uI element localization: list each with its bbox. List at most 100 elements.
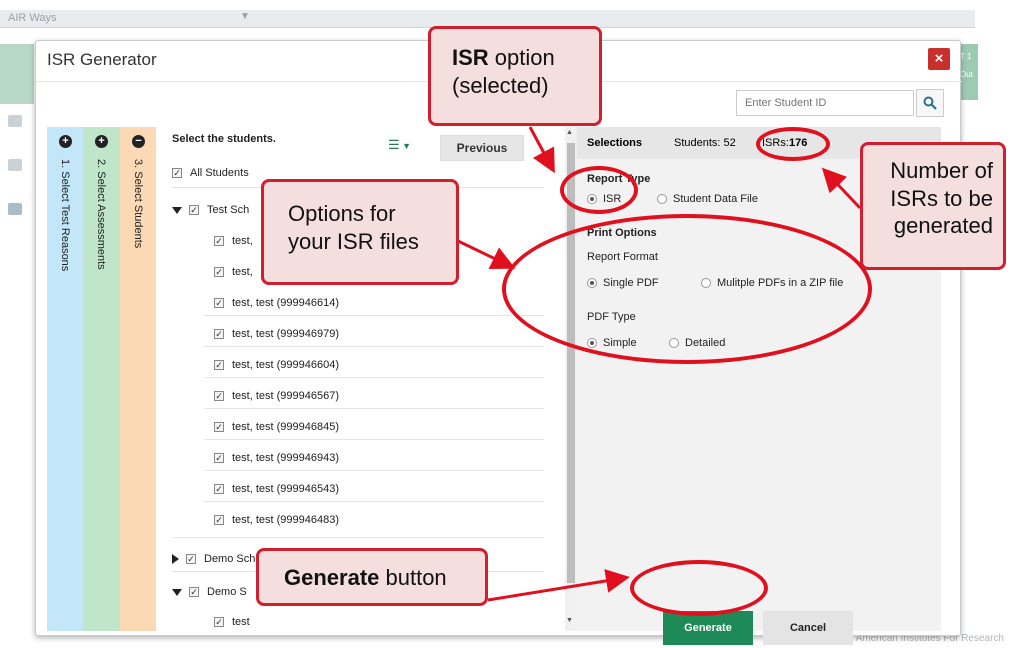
divider [204, 346, 544, 347]
caret-down-icon[interactable] [172, 588, 182, 596]
student-row[interactable]: ✓ test, test (999946845) [214, 421, 339, 433]
school-row[interactable]: ✓ Test Sch [172, 204, 249, 216]
student-label: test, test (999946943) [232, 452, 340, 464]
student-id-search-input[interactable] [736, 90, 914, 116]
checkbox-icon[interactable]: ✓ [214, 515, 224, 526]
students-count: Students: 52 [674, 137, 736, 149]
filter-icon: ☰ [388, 137, 400, 152]
step-label: 1. Select Test Reasons [59, 159, 71, 272]
divider [204, 377, 544, 378]
student-row[interactable]: ✓ test, test (999946943) [214, 452, 339, 464]
checkbox-icon[interactable]: ✓ [214, 360, 224, 371]
student-label: test, test (999946979) [232, 328, 340, 340]
student-label: test, test (999946543) [232, 483, 340, 495]
student-row[interactable]: ✓ test, [214, 235, 253, 247]
collapse-icon: − [132, 135, 145, 148]
left-icon-3 [8, 203, 22, 215]
generate-button[interactable]: Generate [663, 611, 753, 645]
highlight-generate-button [630, 560, 768, 616]
left-icon-2 [8, 159, 22, 171]
callout-isr-line2: (selected) [452, 72, 549, 98]
caret-right-icon[interactable] [172, 554, 179, 565]
previous-button[interactable]: Previous [440, 135, 524, 161]
student-row[interactable]: ✓ test [214, 616, 250, 628]
checkbox-icon[interactable]: ✓ [189, 205, 199, 216]
divider [204, 470, 544, 471]
student-row[interactable]: ✓ test, test (999946543) [214, 483, 339, 495]
student-label: test, test (999946614) [232, 297, 340, 309]
callout-options-line2: your ISR files [288, 228, 419, 254]
radio-icon[interactable] [657, 194, 667, 205]
scroll-up-icon[interactable]: ▲ [566, 129, 573, 136]
checkbox-icon[interactable]: ✓ [186, 554, 196, 565]
step-label: 2. Select Assessments [95, 159, 107, 270]
caret-down-icon[interactable] [172, 206, 182, 214]
close-button[interactable]: × [928, 48, 950, 70]
all-students-row[interactable]: ✓ All Students [172, 167, 249, 179]
school-label: Demo S [207, 586, 247, 598]
background-right-strip: T 1 Out [958, 44, 978, 100]
student-row[interactable]: ✓ test, test (999946483) [214, 514, 339, 526]
step-select-assessments[interactable]: + 2. Select Assessments [83, 127, 121, 631]
student-row[interactable]: ✓ test, [214, 266, 253, 278]
left-icon-1 [8, 115, 22, 127]
checkbox-icon[interactable]: ✓ [214, 329, 224, 340]
app-name: AIR Ways [8, 12, 57, 24]
student-row[interactable]: ✓ test, test (999946614) [214, 297, 339, 309]
student-row[interactable]: ✓ test, test (999946567) [214, 390, 339, 402]
expand-icon: + [59, 135, 72, 148]
search-button[interactable] [916, 89, 944, 117]
step-label: 3. Select Students [132, 159, 144, 249]
checkbox-icon[interactable]: ✓ [214, 617, 224, 628]
checkbox-icon[interactable]: ✓ [214, 453, 224, 464]
student-label: test, [232, 266, 253, 278]
checkbox-icon[interactable]: ✓ [189, 587, 199, 598]
step-select-students[interactable]: − 3. Select Students [120, 127, 156, 631]
student-data-file-radio-option[interactable]: Student Data File [657, 193, 758, 205]
chevron-down-icon: ▼ [399, 141, 412, 151]
callout-options: Options for your ISR files [261, 179, 459, 285]
callout-number-line3: generated [893, 213, 993, 238]
divider [204, 501, 544, 502]
cancel-button[interactable]: Cancel [763, 611, 853, 645]
checkbox-icon[interactable]: ✓ [214, 484, 224, 495]
callout-isr-rest: option [488, 45, 555, 70]
callout-number-line2: ISRs to be [890, 185, 993, 211]
checkbox-icon[interactable]: ✓ [214, 422, 224, 433]
student-row[interactable]: ✓ test, test (999946604) [214, 359, 339, 371]
student-label: test [232, 616, 250, 628]
school-row[interactable]: ✓ Demo S [172, 586, 247, 598]
student-label: test, test (999946483) [232, 514, 340, 526]
divider [204, 315, 544, 316]
checkbox-icon[interactable]: ✓ [214, 267, 224, 278]
students-heading: Select the students. [172, 133, 276, 145]
student-label: test, test (999946845) [232, 421, 340, 433]
scroll-thumb[interactable] [567, 143, 575, 583]
modal-title: ISR Generator [47, 50, 157, 69]
highlight-isrs-count [756, 127, 830, 161]
school-label: Test Sch [207, 204, 250, 216]
callout-isrs-count: Number of ISRs to be generated [860, 142, 1006, 270]
callout-number-line1: Number of [890, 158, 993, 183]
selections-title: Selections [587, 137, 643, 149]
scroll-down-icon[interactable]: ▼ [566, 617, 573, 624]
checkbox-icon[interactable]: ✓ [172, 168, 182, 179]
callout-options-line1: Options for [288, 201, 396, 226]
checkbox-icon[interactable]: ✓ [214, 391, 224, 402]
student-label: test, [232, 235, 253, 247]
expand-icon: + [95, 135, 108, 148]
checkbox-icon[interactable]: ✓ [214, 298, 224, 309]
student-row[interactable]: ✓ test, test (999946979) [214, 328, 339, 340]
search-icon [923, 96, 937, 110]
callout-generate: Generate button [256, 548, 488, 606]
chevron-down-icon: ▼ [240, 11, 250, 22]
background-green-panel [0, 44, 34, 104]
highlight-isr-option [560, 166, 638, 214]
divider [172, 537, 544, 538]
student-data-option-label: Student Data File [673, 193, 758, 205]
highlight-print-options [502, 214, 872, 364]
checkbox-icon[interactable]: ✓ [214, 236, 224, 247]
student-label: test, test (999946604) [232, 359, 340, 371]
step-select-test-reasons[interactable]: + 1. Select Test Reasons [47, 127, 87, 631]
filter-button[interactable]: ☰ ▼ [388, 137, 411, 153]
